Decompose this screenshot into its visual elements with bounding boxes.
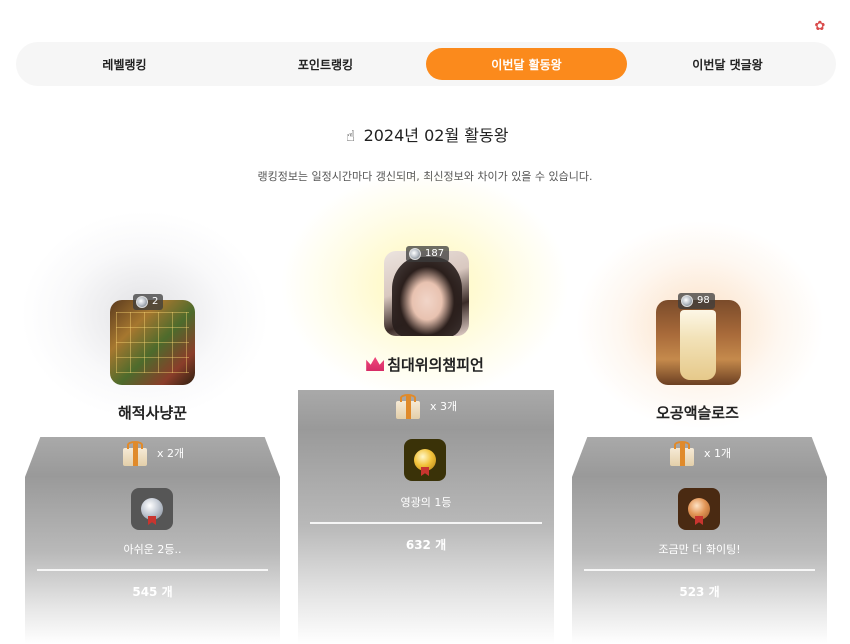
crown-icon <box>366 357 385 371</box>
bronze-medal-icon <box>678 488 720 530</box>
page-title-text: 2024년 02월 활동왕 <box>363 126 509 145</box>
first-place-podium <box>298 390 554 644</box>
second-place-message: 아쉬운 2등.. <box>123 543 182 556</box>
tab-monthly-activity-king[interactable]: 이번달 활동왕 <box>426 48 627 80</box>
silver-medal-icon <box>131 488 173 530</box>
third-place-gift-count: x 1개 <box>704 447 732 460</box>
gift-box-icon <box>394 392 422 420</box>
third-place-name[interactable]: 오공액슬로즈 <box>605 402 790 423</box>
tab-level-ranking[interactable]: 레벨랭킹 <box>24 48 225 80</box>
first-place-level-badge: 187 <box>406 246 450 262</box>
level-icon <box>681 295 693 307</box>
third-place-avatar[interactable] <box>656 300 741 385</box>
first-place-message: 영광의 1등 <box>400 496 452 509</box>
level-icon <box>136 296 148 308</box>
third-place-gift: x 1개 <box>668 439 731 467</box>
first-place-count: 632 개 <box>405 538 447 552</box>
tab-monthly-comment-king[interactable]: 이번달 댓글왕 <box>627 48 828 80</box>
third-place-level: 98 <box>697 295 710 306</box>
pointing-hand-icon: ☝ <box>345 127 356 145</box>
ranking-tabs: 레벨랭킹 포인트랭킹 이번달 활동왕 이번달 댓글왕 <box>16 42 836 86</box>
second-place-name[interactable]: 해적사냥꾼 <box>60 402 245 423</box>
first-place-name-wrap[interactable]: 침대위의챔피언 <box>330 354 520 375</box>
gear-icon[interactable]: ✿ <box>813 20 827 34</box>
tab-point-ranking[interactable]: 포인트랭킹 <box>225 48 426 80</box>
gift-box-icon <box>121 439 149 467</box>
second-place-avatar[interactable] <box>110 300 195 385</box>
second-place-level-badge: 2 <box>133 294 164 310</box>
first-place-name: 침대위의챔피언 <box>387 356 484 374</box>
divider <box>37 569 268 571</box>
divider <box>310 522 542 524</box>
divider <box>584 569 815 571</box>
first-place-gift: x 3개 <box>394 392 457 420</box>
third-place-count: 523 개 <box>679 585 720 599</box>
second-place-gift-count: x 2개 <box>157 447 185 460</box>
first-place-gift-count: x 3개 <box>430 400 458 413</box>
second-place-gift: x 2개 <box>121 439 184 467</box>
page-title: ☝ 2024년 02월 활동왕 <box>0 122 850 146</box>
second-place-level: 2 <box>152 296 159 307</box>
level-icon <box>409 248 421 260</box>
first-place-level: 187 <box>425 248 445 259</box>
third-place-message: 조금만 더 화이팅! <box>658 543 741 556</box>
second-place-count: 545 개 <box>132 585 173 599</box>
gold-medal-icon <box>404 439 446 481</box>
third-place-level-badge: 98 <box>678 293 715 309</box>
gift-box-icon <box>668 439 696 467</box>
first-place-avatar[interactable] <box>384 251 469 336</box>
